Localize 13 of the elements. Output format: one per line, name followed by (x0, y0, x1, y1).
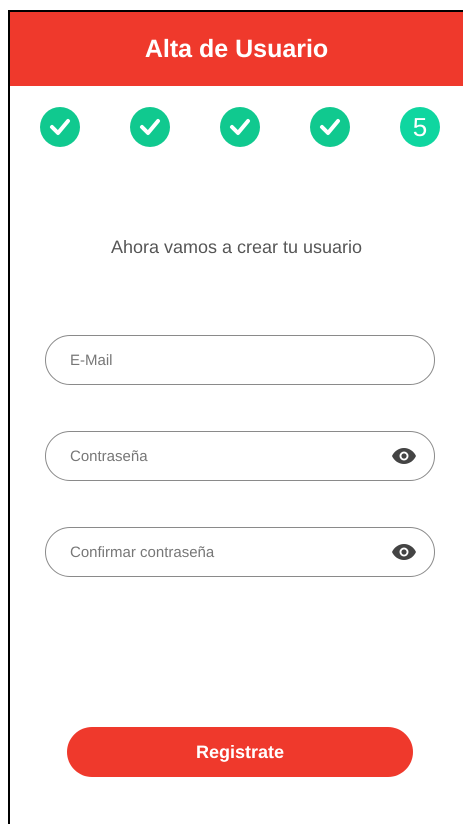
check-icon (49, 118, 71, 136)
check-icon (229, 118, 251, 136)
register-button[interactable]: Registrate (67, 727, 413, 777)
eye-icon[interactable] (392, 544, 416, 560)
header-title: Alta de Usuario (144, 34, 328, 64)
eye-icon[interactable] (392, 448, 416, 464)
password-field[interactable]: Contraseña (45, 431, 435, 481)
check-icon (319, 118, 341, 136)
subtitle: Ahora vamos a crear tu usuario (110, 237, 364, 258)
current-step: 5 (400, 107, 440, 147)
email-field[interactable]: E-Mail (45, 335, 435, 385)
password-field[interactable]: Confirmar contraseña (45, 527, 435, 577)
check-icon (139, 118, 161, 136)
